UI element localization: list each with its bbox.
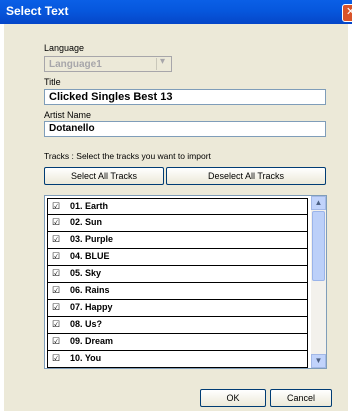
list-item[interactable]: ☑ 07. Happy xyxy=(47,300,308,317)
language-dropdown[interactable]: Language1 xyxy=(44,56,172,72)
chevron-down-icon[interactable] xyxy=(156,56,170,70)
checkbox[interactable]: ☑ xyxy=(52,218,61,227)
artist-input[interactable]: Dotanello xyxy=(44,121,326,137)
list-item[interactable]: ☑ 05. Sky xyxy=(47,266,308,283)
track-label: 04. BLUE xyxy=(70,251,110,261)
list-item[interactable]: ☑ 01. Earth xyxy=(47,198,308,215)
dialog-window: Select Text Language Language1 Title Cli… xyxy=(0,0,352,411)
list-item[interactable]: ☑ 08. Us? xyxy=(47,317,308,334)
checkbox[interactable]: ☑ xyxy=(52,354,61,363)
select-all-tracks-button[interactable]: Select All Tracks xyxy=(44,167,164,185)
checkbox[interactable]: ☑ xyxy=(52,202,61,211)
checkbox[interactable]: ☑ xyxy=(52,337,61,346)
track-label: 03. Purple xyxy=(70,234,114,244)
title-input-value: Clicked Singles Best 13 xyxy=(49,91,173,103)
track-label: 08. Us? xyxy=(70,319,103,329)
cancel-button[interactable]: Cancel xyxy=(270,389,332,407)
language-label: Language xyxy=(44,43,85,53)
list-item[interactable]: ☑ 10. You xyxy=(47,351,308,368)
list-item[interactable]: ☑ 06. Rains xyxy=(47,283,308,300)
checkbox[interactable]: ☑ xyxy=(52,252,61,261)
checkbox[interactable]: ☑ xyxy=(52,269,61,278)
title-input[interactable]: Clicked Singles Best 13 xyxy=(44,89,326,105)
deselect-all-tracks-button[interactable]: Deselect All Tracks xyxy=(166,167,326,185)
list-item[interactable]: ☑ 04. BLUE xyxy=(47,249,308,266)
close-button[interactable] xyxy=(342,4,352,22)
track-label: 05. Sky xyxy=(70,268,102,278)
track-label: 09. Dream xyxy=(70,336,114,346)
scroll-down-icon[interactable]: ▼ xyxy=(311,354,326,368)
title-label: Title xyxy=(44,77,61,87)
language-value: Language1 xyxy=(49,59,102,70)
checkbox[interactable]: ☑ xyxy=(52,303,61,312)
tracks-list-items: ☑ 01. Earth ☑ 02. Sun ☑ 03. Purple ☑ 04. BLU… xyxy=(45,196,326,368)
checkbox[interactable]: ☑ xyxy=(52,286,61,295)
artist-label: Artist Name xyxy=(44,110,92,120)
track-label: 02. Sun xyxy=(70,217,103,227)
list-item[interactable]: ☑ 02. Sun xyxy=(47,215,308,232)
ok-button[interactable]: OK xyxy=(200,389,266,407)
track-label: 01. Earth xyxy=(70,201,109,211)
tracks-scrollbar[interactable]: ▲ ▼ xyxy=(311,196,326,368)
list-item[interactable]: ☑ 03. Purple xyxy=(47,232,308,249)
track-label: 10. You xyxy=(70,353,102,363)
title-bar[interactable]: Select Text xyxy=(0,0,352,24)
checkbox[interactable]: ☑ xyxy=(52,235,61,244)
tracks-list: ☑ 01. Earth ☑ 02. Sun ☑ 03. Purple ☑ 04. BLU… xyxy=(44,195,327,369)
window-title: Select Text xyxy=(6,4,69,18)
track-label: 06. Rains xyxy=(70,285,110,295)
scroll-thumb[interactable] xyxy=(312,211,325,281)
checkbox[interactable]: ☑ xyxy=(52,320,61,329)
list-item[interactable]: ☑ 09. Dream xyxy=(47,334,308,351)
artist-input-value: Dotanello xyxy=(49,123,95,134)
track-label: 07. Happy xyxy=(70,302,113,312)
tracks-instruction: Tracks : Select the tracks you want to i… xyxy=(44,151,211,161)
scroll-up-icon[interactable]: ▲ xyxy=(311,196,326,210)
